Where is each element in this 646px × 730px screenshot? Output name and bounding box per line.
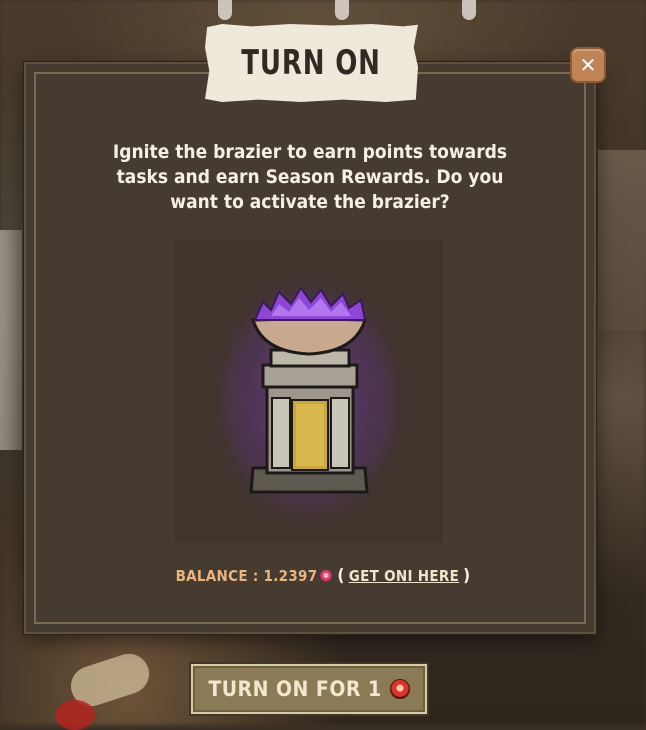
background-wall	[598, 150, 646, 330]
balance-close-paren: )	[463, 566, 471, 586]
dialog-title: TURN ON	[241, 43, 382, 83]
background-lamp	[462, 0, 476, 20]
turn-on-button-label: TURN ON FOR 1	[208, 677, 382, 701]
balance-open-paren: (	[337, 566, 345, 586]
close-button[interactable]: ✕	[570, 47, 606, 83]
get-oni-link[interactable]: GET ONI HERE	[349, 567, 459, 585]
background-pillar	[0, 230, 22, 450]
background-lamp	[218, 0, 232, 20]
balance-line: BALANCE : 1.2397 (GET ONI HERE)	[0, 566, 646, 586]
turn-on-button[interactable]: TURN ON FOR 1	[191, 664, 427, 714]
close-icon: ✕	[579, 53, 597, 77]
brazier-icon	[199, 260, 419, 540]
oni-token-icon	[389, 679, 410, 699]
balance-label: BALANCE : 1.2397	[175, 567, 318, 585]
brazier-preview	[175, 240, 443, 543]
background-seal	[55, 700, 95, 730]
dialog-description: Ignite the brazier to earn points toward…	[112, 141, 508, 213]
oni-token-icon	[320, 570, 333, 582]
background-lamp	[335, 0, 349, 20]
dialog-title-banner: TURN ON	[205, 24, 418, 102]
